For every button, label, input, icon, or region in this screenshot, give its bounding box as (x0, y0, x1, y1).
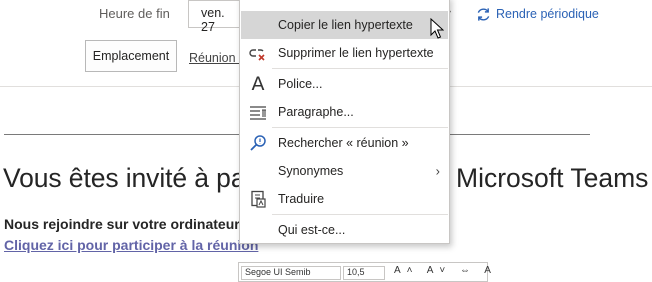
menu-item-label: Paragraphe... (278, 105, 354, 119)
mini-format-toolbar: Segoe UI Semib 10,5 A˄ A˅ ⇔ A (238, 262, 491, 282)
menu-item-label: Copier le lien hypertexte (278, 18, 413, 32)
menu-item-label: Qui est-ce... (278, 223, 346, 237)
paragraph-icon (248, 102, 268, 122)
location-button[interactable]: Emplacement (85, 40, 177, 72)
translate-icon (248, 189, 268, 209)
invite-heading: Vous êtes invité à part (3, 163, 262, 193)
menu-item-label: Supprimer le lien hypertexte (278, 46, 434, 60)
make-recurring-button[interactable]: Rendre périodique (476, 5, 599, 23)
menu-item-translate[interactable]: Traduire (241, 185, 448, 213)
mouse-cursor-icon (430, 18, 444, 39)
join-meeting-link[interactable]: Cliquez ici pour participer à la réunion (4, 237, 258, 253)
menu-item-who-is[interactable]: Qui est-ce... (241, 216, 448, 244)
menu-item-font[interactable]: A Police... (241, 70, 448, 98)
font-name-field[interactable]: Segoe UI Semib (241, 266, 341, 280)
menu-item-label: Rechercher « réunion » (278, 136, 409, 150)
font-size-field[interactable]: 10,5 (343, 266, 385, 280)
unlink-icon (248, 43, 268, 63)
end-time-label: Heure de fin (99, 6, 170, 21)
menu-item-synonyms[interactable]: Synonymes › (241, 157, 448, 185)
menu-item-remove-hyperlink[interactable]: Supprimer le lien hypertexte (241, 39, 448, 67)
context-menu: Copier le lien hypertexte Supprimer le l… (239, 0, 450, 244)
menu-item-label: Police... (278, 77, 323, 91)
menu-separator (272, 127, 448, 128)
menu-item-paragraph[interactable]: Paragraphe... (241, 98, 448, 126)
menu-separator (272, 68, 448, 69)
menu-item-search[interactable]: Rechercher « réunion » (241, 129, 448, 157)
location-value[interactable]: Réunion M (189, 51, 239, 65)
recurring-icon (477, 7, 490, 21)
mini-toolbar-icons[interactable]: A˄ A˅ ⇔ A (394, 265, 497, 276)
font-icon: A (251, 73, 265, 95)
invite-heading-teams: Microsoft Teams (456, 163, 649, 193)
menu-item-label: Synonymes (278, 164, 344, 178)
make-recurring-label: Rendre périodique (496, 7, 599, 21)
search-icon (248, 133, 268, 153)
menu-separator (272, 214, 448, 215)
join-computer-heading: Nous rejoindre sur votre ordinateur (4, 216, 240, 232)
menu-item-copy-hyperlink[interactable]: Copier le lien hypertexte (241, 11, 448, 39)
menu-item-label: Traduire (278, 192, 325, 206)
chevron-right-icon: › (435, 163, 440, 179)
end-date-field[interactable]: ven. 27 (188, 0, 240, 34)
